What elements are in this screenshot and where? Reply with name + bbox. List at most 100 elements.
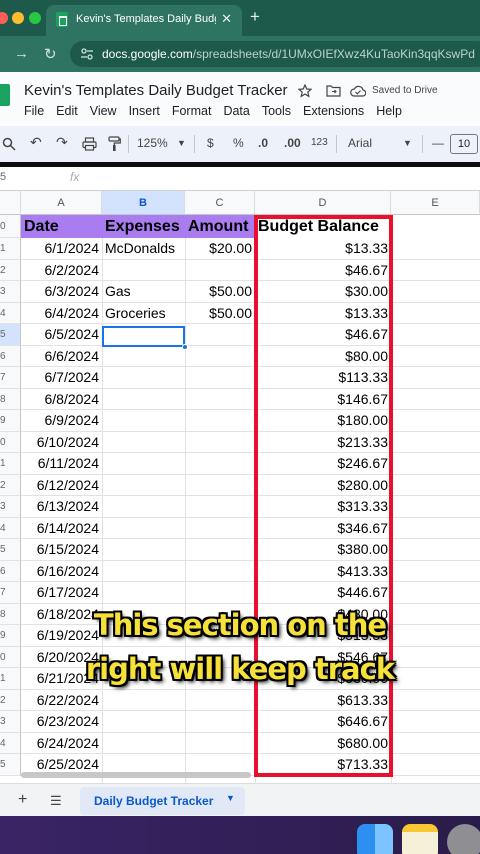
cloud-saved-icon[interactable]: [350, 85, 366, 97]
cell-expense[interactable]: [102, 561, 185, 583]
cell-date[interactable]: 6/8/2024: [21, 389, 102, 411]
column-header-e[interactable]: E: [391, 191, 480, 215]
cell-amount[interactable]: [185, 518, 255, 540]
cell-amount[interactable]: [185, 711, 255, 733]
cell-amount[interactable]: [185, 539, 255, 561]
row-header[interactable]: 0: [0, 215, 21, 238]
minimize-window-dot[interactable]: [12, 12, 24, 24]
cell-amount[interactable]: $20.00: [185, 238, 255, 260]
settings-icon[interactable]: [447, 824, 480, 854]
column-header-d[interactable]: D: [255, 191, 391, 215]
cell-amount[interactable]: [185, 582, 255, 604]
header-date[interactable]: Date: [21, 215, 59, 238]
row-header[interactable]: 6: [0, 560, 21, 582]
row-header[interactable]: 5: [0, 539, 21, 561]
cell-amount[interactable]: $50.00: [185, 303, 255, 325]
row-header[interactable]: 2: [0, 689, 21, 711]
cell-expense[interactable]: [102, 453, 185, 475]
move-to-folder-icon[interactable]: [326, 84, 341, 97]
row-header[interactable]: 3: [0, 711, 21, 733]
cell-expense[interactable]: [102, 539, 185, 561]
cell-expense[interactable]: [102, 711, 185, 733]
currency-format-button[interactable]: $: [207, 136, 214, 150]
notes-icon[interactable]: [402, 824, 438, 854]
name-box[interactable]: 5: [0, 171, 6, 183]
omnibox[interactable]: docs.google.com/spreadsheets/d/1UMxOIEfX…: [70, 41, 480, 67]
row-header[interactable]: 7: [0, 582, 21, 604]
row-header[interactable]: 5: [0, 324, 21, 346]
selected-cell[interactable]: [102, 326, 185, 347]
cell-amount[interactable]: [185, 346, 255, 368]
cell-date[interactable]: 6/16/2024: [21, 561, 102, 583]
row-header[interactable]: 1: [0, 453, 21, 475]
close-window-dot[interactable]: [0, 12, 8, 24]
zoom-dropdown-caret-icon[interactable]: ▼: [177, 138, 186, 148]
row-header[interactable]: 4: [0, 517, 21, 539]
decrease-font-size-button[interactable]: —: [432, 136, 444, 150]
cell-expense[interactable]: [102, 260, 185, 282]
row-header[interactable]: 7: [0, 367, 21, 389]
cell-expense[interactable]: [102, 432, 185, 454]
cell-date[interactable]: 6/1/2024: [21, 238, 102, 260]
cell-date[interactable]: 6/7/2024: [21, 367, 102, 389]
menu-data[interactable]: Data: [223, 104, 249, 118]
row-header[interactable]: 9: [0, 410, 21, 432]
forward-arrow-icon[interactable]: →: [14, 45, 29, 62]
print-icon[interactable]: [82, 137, 97, 151]
column-header-a[interactable]: A: [21, 191, 102, 215]
cell-amount[interactable]: [185, 561, 255, 583]
fill-handle[interactable]: [182, 344, 188, 350]
reload-icon[interactable]: ↻: [44, 45, 57, 63]
sheet-tab-caret-icon[interactable]: ▼: [226, 793, 235, 803]
search-icon[interactable]: [2, 137, 16, 151]
increase-decimal-button[interactable]: .00: [284, 136, 301, 150]
tab-close-icon[interactable]: ✕: [221, 11, 232, 27]
cell-amount[interactable]: [185, 690, 255, 712]
font-dropdown-caret-icon[interactable]: ▼: [403, 138, 412, 148]
row-header[interactable]: 6: [0, 345, 21, 367]
cell-date[interactable]: 6/24/2024: [21, 733, 102, 755]
row-header[interactable]: 2: [0, 474, 21, 496]
zoom-window-dot[interactable]: [29, 12, 41, 24]
cell-amount[interactable]: [185, 432, 255, 454]
percent-format-button[interactable]: %: [233, 136, 244, 150]
cell-amount[interactable]: [185, 733, 255, 755]
row-header[interactable]: 2: [0, 259, 21, 281]
cell-amount[interactable]: [185, 324, 255, 346]
cell-amount[interactable]: [185, 410, 255, 432]
cell-date[interactable]: 6/12/2024: [21, 475, 102, 497]
cell-date[interactable]: 6/6/2024: [21, 346, 102, 368]
row-header[interactable]: 3: [0, 496, 21, 518]
menu-tools[interactable]: Tools: [262, 104, 291, 118]
cell-date[interactable]: 6/3/2024: [21, 281, 102, 303]
cell-expense[interactable]: McDonalds: [102, 238, 185, 260]
column-header-b[interactable]: B: [102, 191, 185, 215]
corner-cell[interactable]: [0, 191, 21, 215]
cell-expense[interactable]: [102, 518, 185, 540]
cell-expense[interactable]: [102, 582, 185, 604]
cell-date[interactable]: 6/22/2024: [21, 690, 102, 712]
menu-edit[interactable]: Edit: [56, 104, 78, 118]
number-format-button[interactable]: 123: [311, 137, 328, 148]
row-header[interactable]: 5: [0, 754, 21, 776]
cell-expense[interactable]: [102, 389, 185, 411]
new-tab-button[interactable]: +: [250, 7, 260, 27]
cell-amount[interactable]: $50.00: [185, 281, 255, 303]
add-sheet-button[interactable]: +: [18, 791, 27, 809]
finder-icon[interactable]: [357, 824, 393, 854]
all-sheets-list-icon[interactable]: ☰: [50, 793, 62, 809]
cell-date[interactable]: 6/14/2024: [21, 518, 102, 540]
cell-expense[interactable]: [102, 733, 185, 755]
site-info-icon[interactable]: [80, 47, 94, 61]
cell-amount[interactable]: [185, 496, 255, 518]
sheet-tab-daily-budget-tracker[interactable]: Daily Budget Tracker ▼: [80, 787, 245, 815]
cell-amount[interactable]: [185, 367, 255, 389]
cell-date[interactable]: 6/15/2024: [21, 539, 102, 561]
paint-format-icon[interactable]: [108, 136, 121, 152]
row-header[interactable]: 3: [0, 281, 21, 303]
redo-icon[interactable]: ↷: [56, 134, 68, 151]
menu-extensions[interactable]: Extensions: [303, 104, 364, 118]
column-header-c[interactable]: C: [185, 191, 255, 215]
cell-expense[interactable]: Gas: [102, 281, 185, 303]
zoom-select[interactable]: 125%: [137, 136, 168, 150]
